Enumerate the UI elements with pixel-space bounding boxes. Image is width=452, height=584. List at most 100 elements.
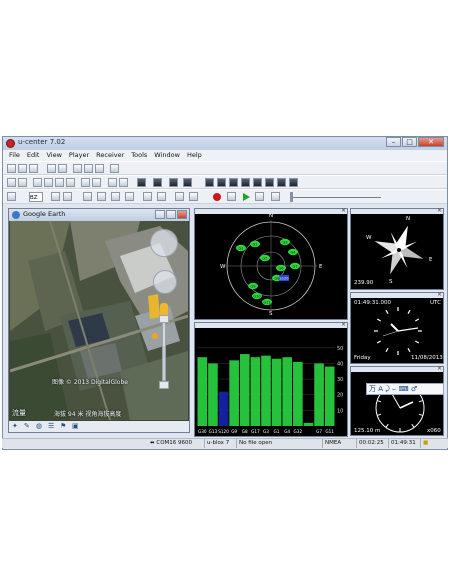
menu-window[interactable]: Window xyxy=(154,150,180,161)
status-elapsed: 00:02:25 xyxy=(356,439,384,448)
pin-icon[interactable]: ✦ xyxy=(12,422,18,430)
print-icon[interactable] xyxy=(47,164,56,173)
y-tick-label: 40 xyxy=(337,361,343,367)
table-view-icon[interactable] xyxy=(66,178,75,187)
compass-icon[interactable] xyxy=(205,178,214,187)
close-button[interactable]: ✕ xyxy=(418,137,444,147)
statistic-view-icon[interactable] xyxy=(55,178,64,187)
clock-tick xyxy=(376,340,381,344)
satellite-map[interactable]: 图像 © 2013 DigitalGlobe 流量 海拔 94 米 视角海拔高度 xyxy=(10,221,188,420)
zoom-out-button[interactable] xyxy=(159,381,169,389)
ime-toolbar[interactable]: 万 A ⤸ ⌣ ⌨ ♂ xyxy=(366,383,444,395)
look-control[interactable] xyxy=(150,229,178,257)
edit-icon[interactable]: ✎ xyxy=(24,422,30,430)
altimeter-dial xyxy=(375,383,425,433)
poll-icon[interactable] xyxy=(83,192,92,201)
gauge-icon[interactable] xyxy=(265,178,274,187)
google-earth-icon[interactable] xyxy=(119,178,128,187)
help-icon[interactable] xyxy=(110,164,119,173)
playback-slider-track xyxy=(291,197,381,198)
menu-file[interactable]: File xyxy=(9,150,20,161)
log-icon[interactable] xyxy=(143,192,152,201)
preview-icon[interactable] xyxy=(58,164,67,173)
satellite-marker-label: G2 xyxy=(252,243,257,247)
sky-view-plot[interactable]: G1G2 G3G4G5G6 G7G8G9G10G11S120 xyxy=(195,214,347,320)
copy-icon[interactable] xyxy=(84,164,93,173)
menu-receiver[interactable]: Receiver xyxy=(96,150,124,161)
message-view-icon[interactable] xyxy=(44,178,53,187)
data-view-icon[interactable] xyxy=(169,178,178,187)
ge-minimize-button[interactable] xyxy=(155,210,165,219)
stop-icon[interactable] xyxy=(189,192,198,201)
zoom-in-button[interactable] xyxy=(159,315,169,323)
open-icon[interactable] xyxy=(29,164,38,173)
menu-view[interactable]: View xyxy=(46,150,61,161)
paste-icon[interactable] xyxy=(95,164,104,173)
altimeter-icon[interactable] xyxy=(229,178,238,187)
globe-icon[interactable]: ◍ xyxy=(36,422,42,430)
satellite-marker-label: G7 xyxy=(292,265,297,269)
zoom-slider[interactable] xyxy=(162,321,166,381)
search-icon[interactable] xyxy=(63,192,72,201)
upload-icon[interactable] xyxy=(125,192,134,201)
cut-icon[interactable] xyxy=(73,164,82,173)
signal-bar xyxy=(293,361,303,426)
clock-icon[interactable] xyxy=(253,178,262,187)
compass-label-s: S xyxy=(389,279,393,285)
list-icon[interactable]: ☰ xyxy=(48,422,54,430)
signal-bar xyxy=(239,354,250,426)
binary-console-icon[interactable] xyxy=(18,178,27,187)
compass-close-icon[interactable]: × xyxy=(437,207,442,214)
google-earth-title-bar[interactable]: Google Earth xyxy=(9,209,189,221)
signal-icon[interactable] xyxy=(289,178,298,187)
config-icon[interactable] xyxy=(111,192,120,201)
reset-icon[interactable] xyxy=(97,192,106,201)
deviation-map-icon[interactable] xyxy=(137,178,146,187)
google-earth-toolbar: ✦ ✎ ◍ ☰ ⚑ ▣ xyxy=(9,421,189,432)
title-bar[interactable]: u-center 7.02 – □ ✕ xyxy=(3,137,447,150)
save-icon[interactable] xyxy=(18,164,27,173)
minimize-button[interactable]: – xyxy=(386,137,401,147)
levels-close-icon[interactable]: × xyxy=(341,321,346,328)
maximize-button[interactable]: □ xyxy=(402,137,417,147)
ge-close-button[interactable] xyxy=(177,210,187,219)
record-button[interactable] xyxy=(213,193,221,201)
chart-dark-icon[interactable] xyxy=(183,178,192,187)
pegman-icon[interactable] xyxy=(160,303,168,315)
step-forward-icon[interactable] xyxy=(255,192,264,201)
playback-slider-knob[interactable] xyxy=(290,192,293,202)
chart-view-icon[interactable] xyxy=(81,178,90,187)
level-icon[interactable] xyxy=(277,178,286,187)
packet-console-icon[interactable] xyxy=(7,178,16,187)
new-icon[interactable] xyxy=(7,164,16,173)
fast-forward-icon[interactable] xyxy=(271,192,280,201)
speedometer-icon[interactable] xyxy=(241,178,250,187)
menu-tools[interactable]: Tools xyxy=(131,150,147,161)
menu-edit[interactable]: Edit xyxy=(27,150,40,161)
sky-view-icon[interactable] xyxy=(153,178,162,187)
sky-view-close-icon[interactable]: × xyxy=(341,207,346,214)
step-back-icon[interactable] xyxy=(227,192,236,201)
ge-maximize-button[interactable] xyxy=(166,210,176,219)
y-tick-label: 20 xyxy=(337,393,343,399)
play-button[interactable] xyxy=(243,193,250,201)
map-view-icon[interactable] xyxy=(108,178,117,187)
move-control[interactable] xyxy=(153,270,177,294)
connect-icon[interactable] xyxy=(7,192,16,201)
text-console-icon[interactable] xyxy=(33,178,42,187)
clock-close-icon[interactable]: × xyxy=(437,291,442,298)
sky-label-s: S xyxy=(269,311,273,317)
earth-icon xyxy=(12,211,20,219)
watch-icon[interactable] xyxy=(217,178,226,187)
signal-bar xyxy=(218,391,229,426)
disk-icon[interactable]: ▣ xyxy=(72,422,79,430)
menu-help[interactable]: Help xyxy=(187,150,202,161)
eject-icon[interactable] xyxy=(175,192,184,201)
histogram-view-icon[interactable] xyxy=(92,178,101,187)
altimeter-close-icon[interactable]: × xyxy=(437,365,442,372)
gps-icon[interactable] xyxy=(157,192,166,201)
autobaud-icon[interactable] xyxy=(51,192,60,201)
menu-player[interactable]: Player xyxy=(69,150,89,161)
flag-icon[interactable]: ⚑ xyxy=(60,422,66,430)
baudrate-select[interactable]: BZ xyxy=(29,192,43,202)
